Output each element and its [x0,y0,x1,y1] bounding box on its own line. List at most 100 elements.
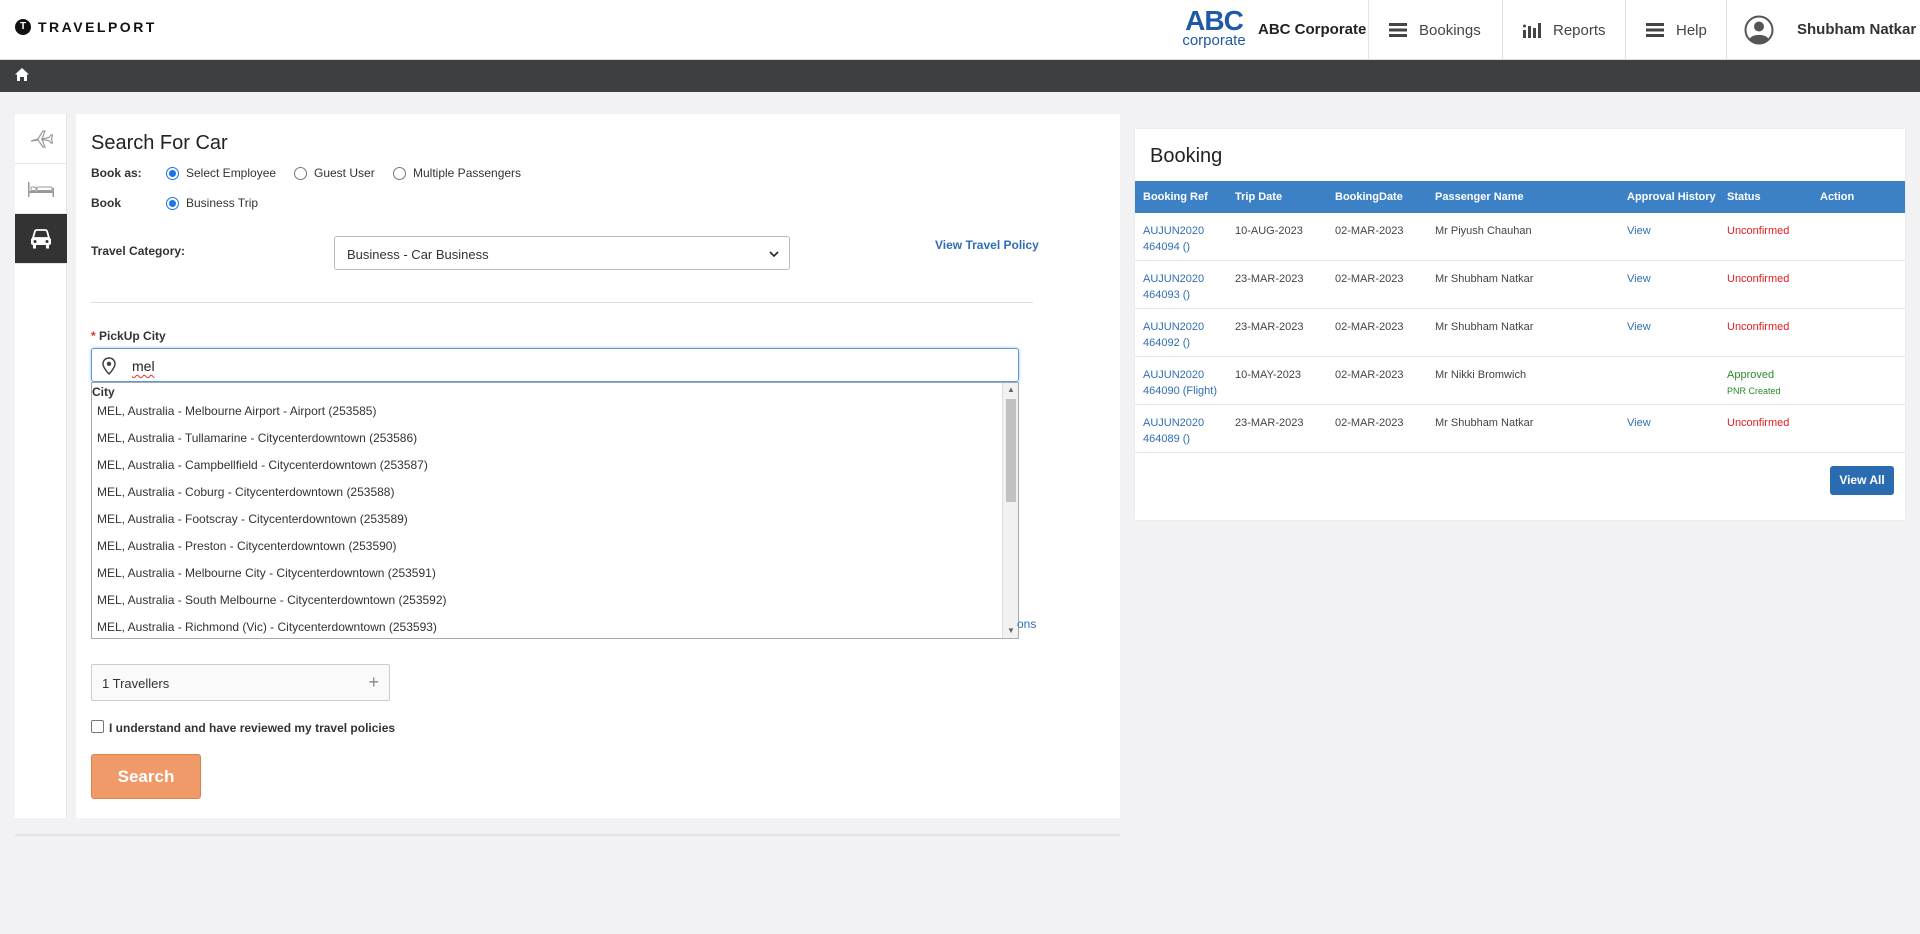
radio-business-trip[interactable] [166,197,179,210]
city-option[interactable]: MEL, Australia - Melbourne Airport - Air… [97,404,376,418]
travel-category-select[interactable]: Business - Car Business [334,236,790,270]
radio-select-employee-label: Select Employee [186,166,277,180]
car-search-panel: Search For Car Book as: Select Employee … [76,114,1120,818]
booking-ref-link[interactable]: AUJUN2020 464094 () [1143,223,1204,255]
city-suggestions-dropdown: City MEL, Australia - Melbourne Airport … [91,382,1019,639]
column-header: Action [1820,191,1855,203]
booking-ref-line1: AUJUN2020 [1143,369,1205,381]
status-badge: Unconfirmed [1727,225,1790,237]
dropdown-group-header: City [92,385,115,399]
policy-checkbox-label: I understand and have reviewed my travel… [109,721,396,735]
tab-hotels[interactable] [15,164,67,214]
booking-ref-link[interactable]: AUJUN2020 464092 () [1143,319,1204,351]
column-header: Trip Date [1235,191,1283,203]
dropdown-scrollbar[interactable]: ▲ ▼ [1002,383,1018,638]
menu-icon [1389,23,1407,37]
booking-title: Booking [1150,145,1223,167]
bar-chart-icon [1523,23,1541,38]
view-all-button[interactable]: View All [1830,466,1894,495]
passenger-name: Mr Shubham Natkar [1435,273,1534,285]
city-option[interactable]: MEL, Australia - Tullamarine - Citycente… [97,431,417,445]
plane-icon [30,129,53,148]
booking-ref-link[interactable]: AUJUN2020 464090 (Flight) [1143,367,1217,399]
policy-checkbox[interactable] [91,720,104,733]
city-option[interactable]: MEL, Australia - Richmond (Vic) - Cityce… [97,620,437,634]
booking-ref-line2: 464089 () [1143,433,1191,445]
city-option[interactable]: MEL, Australia - Footscray - Citycenterd… [97,512,408,526]
city-option[interactable]: MEL, Australia - Campbellfield - Citycen… [97,458,428,472]
column-header: Status [1727,191,1761,203]
booking-ref-line1: AUJUN2020 [1143,417,1205,429]
user-menu[interactable]: Shubham Natkar [1726,0,1920,60]
booking-ref-link[interactable]: AUJUN2020 464093 () [1143,271,1204,303]
pickup-city-value: mel [132,358,155,374]
passenger-name: Mr Piyush Chauhan [1435,225,1532,237]
booking-ref-line2: 464094 () [1143,241,1191,253]
city-option[interactable]: MEL, Australia - South Melbourne - Cityc… [97,593,447,607]
radio-guest-user-label: Guest User [314,166,375,180]
table-row: AUJUN2020 464093 () 23-MAR-2023 02-MAR-20… [1135,261,1905,309]
booking-panel: Booking Booking Ref Trip Date BookingDat… [1135,129,1905,520]
booking-ref-line2: 464093 () [1143,289,1191,301]
tab-cars[interactable] [15,214,67,264]
booking-table-header: Booking Ref Trip Date BookingDate Passen… [1135,181,1905,213]
scroll-thumb[interactable] [1006,399,1016,502]
status-text: Approved [1727,369,1775,381]
booking-date: 02-MAR-2023 [1335,273,1404,285]
bed-icon [28,181,54,197]
column-header: Approval History [1627,191,1716,203]
city-option[interactable]: MEL, Australia - Preston - Citycenterdow… [97,539,396,553]
tab-flights[interactable] [15,114,67,164]
booking-date: 02-MAR-2023 [1335,369,1404,381]
radio-guest-user[interactable] [294,167,307,180]
nav-bookings-label: Bookings [1419,21,1481,39]
view-travel-policy-link[interactable]: View Travel Policy [935,238,1039,252]
page-title: Search For Car [91,132,228,154]
corporate-logo-small: corporate [1182,32,1246,49]
booking-ref-line2: 464090 (Flight) [1143,385,1217,397]
top-navbar: T TRAVELPORT ABC corporate ABC Corporate… [0,0,1920,60]
corporate-name: ABC Corporate [1258,21,1367,38]
book-as-label: Book as: [91,166,142,180]
travellers-selector[interactable]: 1 Travellers + [91,664,390,701]
search-button[interactable]: Search [91,754,201,799]
travelport-logo-icon: T [15,19,31,35]
radio-multiple-passengers[interactable] [393,167,406,180]
nav-help[interactable]: Help [1625,0,1726,60]
options-link[interactable]: ons [1017,617,1036,631]
nav-reports[interactable]: Reports [1502,0,1625,60]
status-badge: Unconfirmed [1727,273,1790,285]
pickup-city-input[interactable]: mel [91,348,1019,382]
booking-ref-line1: AUJUN2020 [1143,273,1205,285]
status-badge: Unconfirmed [1727,417,1790,429]
chevron-down-icon [769,251,779,258]
trip-date: 23-MAR-2023 [1235,321,1304,333]
breadcrumb-bar [0,60,1920,92]
car-icon [31,228,51,248]
booking-ref-link[interactable]: AUJUN2020 464089 () [1143,415,1204,447]
booking-date: 02-MAR-2023 [1335,417,1404,429]
city-option[interactable]: MEL, Australia - Melbourne City - Cityce… [97,566,436,580]
table-row: AUJUN2020 464092 () 23-MAR-2023 02-MAR-20… [1135,309,1905,357]
column-header: Booking Ref [1143,191,1208,203]
radio-business-trip-label: Business Trip [186,196,259,210]
pickup-city-label: * PickUp City [91,329,166,343]
home-icon[interactable] [14,67,30,83]
nav-bookings[interactable]: Bookings [1368,0,1502,60]
status-badge: Approved PNR Created [1727,367,1781,399]
approval-view-link[interactable]: View [1627,415,1651,431]
approval-view-link[interactable]: View [1627,319,1651,335]
status-badge: Unconfirmed [1727,321,1790,333]
pnr-status: PNR Created [1727,386,1781,396]
travelport-logo[interactable]: T TRAVELPORT [15,19,157,35]
city-option[interactable]: MEL, Australia - Coburg - Citycenterdown… [97,485,394,499]
radio-select-employee[interactable] [166,167,179,180]
booking-ref-line1: AUJUN2020 [1143,225,1205,237]
scroll-up-arrow-icon[interactable]: ▲ [1003,383,1018,397]
plus-icon[interactable]: + [368,673,379,691]
nav-reports-label: Reports [1553,21,1606,39]
approval-view-link[interactable]: View [1627,223,1651,239]
approval-view-link[interactable]: View [1627,271,1651,287]
table-row: AUJUN2020 464090 (Flight) 10-MAY-2023 02-… [1135,357,1905,405]
radio-multiple-passengers-label: Multiple Passengers [413,166,522,180]
